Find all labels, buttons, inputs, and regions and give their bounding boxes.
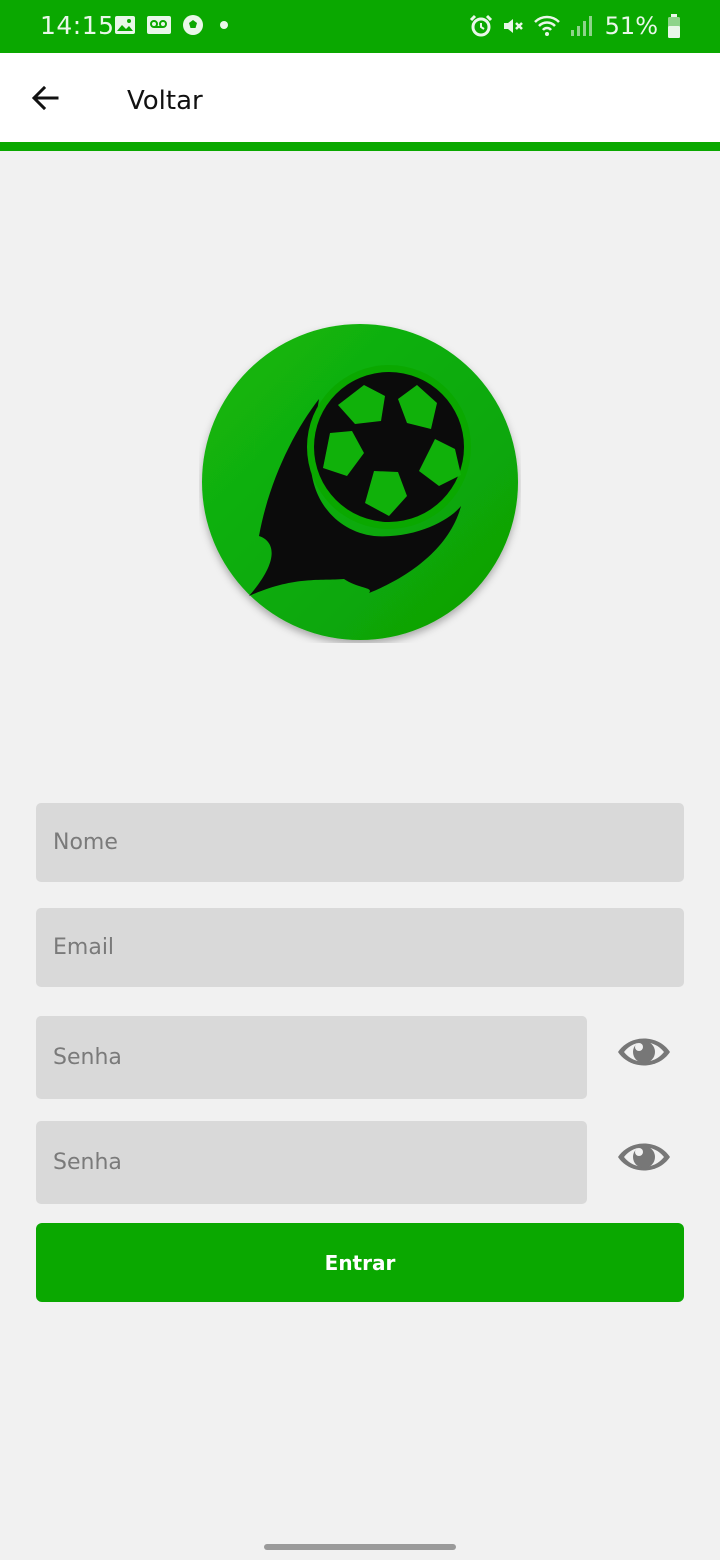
arrow-left-icon (31, 85, 59, 111)
dot-icon (220, 21, 228, 29)
name-field[interactable] (36, 803, 684, 882)
confirm-password-field[interactable] (36, 1121, 587, 1204)
app-bar: Voltar (0, 53, 720, 142)
wifi-icon (533, 15, 560, 36)
system-icons: 51% (469, 12, 682, 40)
soccer-ball-icon (183, 15, 203, 35)
soccer-app-logo (202, 324, 518, 640)
home-indicator[interactable] (264, 1544, 456, 1550)
app-bar-divider (0, 142, 720, 151)
eye-icon[interactable] (616, 1032, 672, 1072)
battery-percent: 51% (604, 12, 658, 40)
signal-icon (570, 16, 592, 36)
voicemail-icon (147, 16, 171, 34)
notification-icons (114, 14, 234, 36)
battery-icon (668, 14, 680, 38)
status-bar: 14:15 51% (0, 0, 720, 53)
status-time: 14:15 (40, 11, 115, 40)
page-title: Voltar (127, 86, 203, 116)
alarm-icon (469, 14, 492, 37)
email-field[interactable] (36, 908, 684, 987)
back-button[interactable] (22, 75, 68, 121)
submit-button[interactable]: Entrar (36, 1223, 684, 1302)
password-field[interactable] (36, 1016, 587, 1099)
eye-icon[interactable] (616, 1137, 672, 1177)
gallery-icon (115, 16, 135, 34)
mute-icon (503, 19, 523, 33)
